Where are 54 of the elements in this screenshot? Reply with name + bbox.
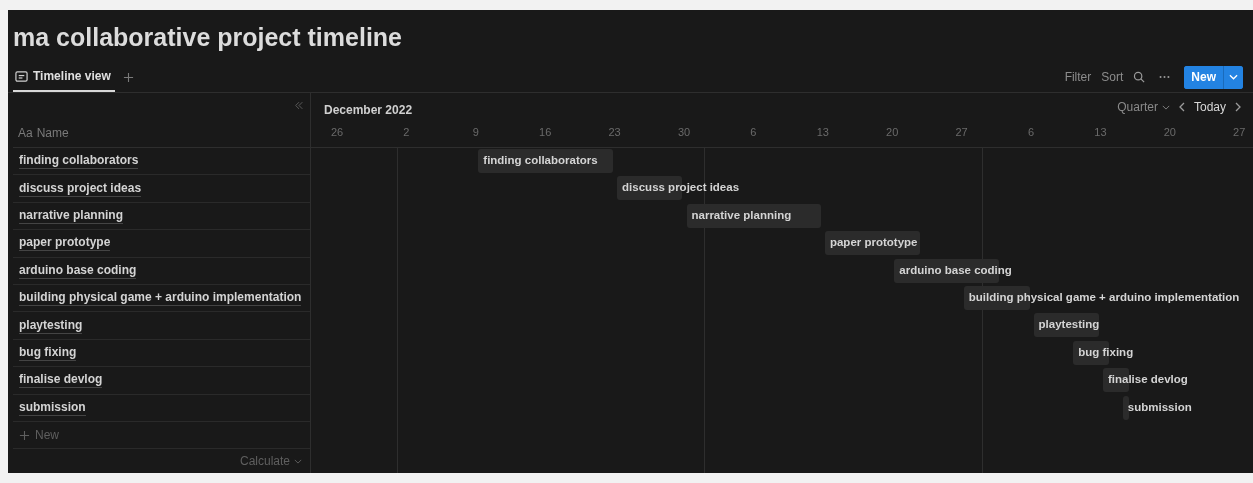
bar-label: submission xyxy=(1127,400,1192,413)
date-label: 13 xyxy=(1094,126,1107,138)
bar-label: playtesting xyxy=(1038,318,1100,331)
task-name[interactable]: paper prototype xyxy=(19,235,111,252)
task-name[interactable]: playtesting xyxy=(19,317,83,334)
date-label: 2 xyxy=(403,126,410,138)
bar-label: discuss project ideas xyxy=(622,181,740,194)
date-label: 27 xyxy=(955,126,968,138)
caret-icon xyxy=(1161,104,1170,110)
page-title: ma collaborative project timeline xyxy=(12,22,403,53)
scale-dropdown[interactable]: Quarter xyxy=(1117,100,1170,114)
date-label: 16 xyxy=(539,126,552,138)
date-label: 20 xyxy=(1163,126,1176,138)
bar-label: finding collaborators xyxy=(483,154,598,166)
caret-icon xyxy=(1229,74,1238,80)
column-header[interactable]: Name xyxy=(36,126,69,140)
task-name[interactable]: building physical game + arduino implementation xyxy=(19,290,302,307)
previous-icon[interactable] xyxy=(1178,102,1185,112)
new-options-button[interactable] xyxy=(1223,65,1243,89)
bar-label: building physical game + arduino implementation xyxy=(968,290,1240,303)
sort-button[interactable]: Sort xyxy=(1101,70,1124,84)
search-icon[interactable] xyxy=(1133,71,1146,83)
task-name[interactable]: discuss project ideas xyxy=(19,180,142,197)
date-label: 13 xyxy=(816,126,829,138)
task-name[interactable]: finalise devlog xyxy=(19,372,103,389)
next-icon[interactable] xyxy=(1235,102,1241,112)
view-tab[interactable]: Timeline view xyxy=(13,62,115,92)
date-label: 9 xyxy=(472,126,479,138)
date-label: 26 xyxy=(330,126,344,138)
task-name[interactable]: arduino base coding xyxy=(19,262,137,279)
bar-label: paper prototype xyxy=(829,236,918,249)
bar-label: bug fixing xyxy=(1078,345,1134,358)
text-type-icon: Aa xyxy=(18,126,33,140)
date-label: 6 xyxy=(1027,126,1035,138)
month-label: December 2022 xyxy=(324,103,413,117)
date-label: 6 xyxy=(750,126,757,138)
task-name[interactable]: finding collaborators xyxy=(19,153,139,170)
caret-icon xyxy=(294,458,302,464)
timeline-icon xyxy=(15,69,28,83)
task-name[interactable]: submission xyxy=(19,399,86,416)
date-label: 23 xyxy=(608,126,621,138)
filter-button[interactable]: Filter xyxy=(1064,70,1092,84)
more-icon[interactable] xyxy=(1159,75,1171,79)
date-label: 30 xyxy=(677,126,691,138)
today-button[interactable]: Today xyxy=(1193,100,1226,114)
bar-label: narrative planning xyxy=(691,208,792,221)
bar-label: finalise devlog xyxy=(1107,373,1188,386)
plus-icon xyxy=(19,429,30,441)
bar-label: arduino base coding xyxy=(899,263,1012,276)
task-name[interactable]: bug fixing xyxy=(19,344,77,361)
task-name[interactable]: narrative planning xyxy=(19,207,124,224)
add-view-icon[interactable] xyxy=(122,71,134,83)
date-label: 27 xyxy=(1233,126,1246,138)
date-label: 20 xyxy=(886,126,899,138)
